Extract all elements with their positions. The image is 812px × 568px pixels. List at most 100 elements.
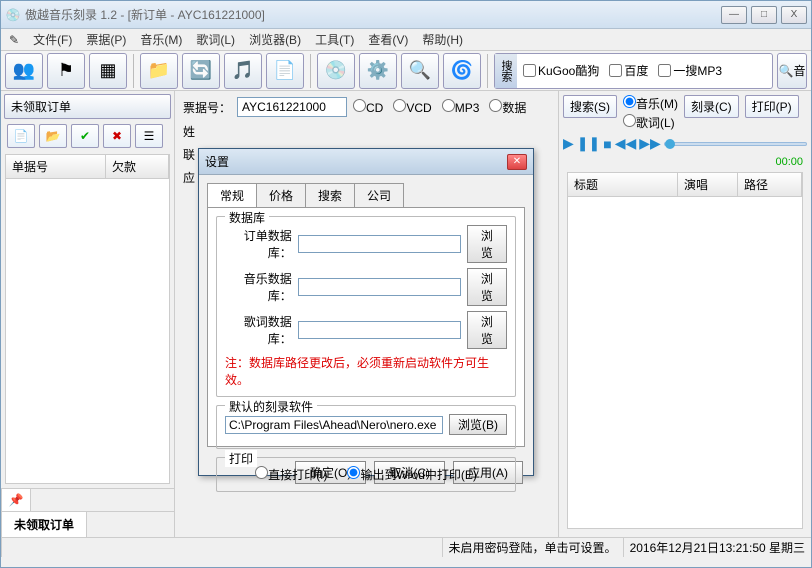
input-burn-path[interactable] bbox=[225, 416, 443, 434]
db-warning: 注：数据库路径更改后，必须重新启动软件方可生效。 bbox=[225, 354, 507, 388]
check-baidu[interactable]: 百度 bbox=[609, 62, 648, 79]
group-database: 数据库 订单数据库： 浏览 音乐数据库： 浏览 歌词数据库： 浏览 注：数据库路… bbox=[216, 216, 516, 397]
input-music-db[interactable] bbox=[298, 278, 461, 296]
radio-music[interactable]: 音乐(M) bbox=[623, 95, 678, 112]
group-db-title: 数据库 bbox=[225, 209, 269, 226]
left-header: 未领取订单 bbox=[4, 94, 171, 119]
ticket-label: 票据号： bbox=[183, 99, 231, 116]
radio-print-word[interactable]: 输出到Wrod中打印(E) bbox=[347, 466, 476, 483]
radio-vcd[interactable]: VCD bbox=[393, 99, 431, 115]
label-lyrics-db: 歌词数据库： bbox=[225, 313, 292, 347]
minimize-button[interactable]: — bbox=[721, 6, 747, 24]
tool-folder-icon[interactable]: 📁 bbox=[140, 53, 178, 89]
tool-globe-search-icon[interactable]: 🔍 bbox=[401, 53, 439, 89]
search-go-button[interactable]: 🔍音 bbox=[777, 53, 807, 89]
close-button[interactable]: X bbox=[781, 6, 807, 24]
tool-note-icon[interactable]: 🎵 bbox=[224, 53, 262, 89]
ticket-input[interactable] bbox=[237, 97, 347, 117]
tool-spin-icon[interactable]: 🌀 bbox=[443, 53, 481, 89]
dialog-close-icon[interactable]: ✕ bbox=[507, 154, 527, 170]
radio-mp3[interactable]: MP3 bbox=[442, 99, 480, 115]
tab-price[interactable]: 价格 bbox=[256, 183, 306, 207]
menubar: ✎ 文件(F) 票据(P) 音乐(M) 歌词(L) 浏览器(B) 工具(T) 查… bbox=[1, 29, 811, 51]
menu-browser[interactable]: 浏览器(B) bbox=[249, 31, 301, 48]
mid-row4-label: 应 bbox=[183, 169, 195, 186]
dialog-title: 设置 bbox=[205, 153, 507, 170]
menu-lyrics[interactable]: 歌词(L) bbox=[196, 31, 235, 48]
browse-order-db[interactable]: 浏览 bbox=[467, 225, 507, 263]
left-open-icon[interactable]: 📂 bbox=[39, 124, 67, 148]
tool-calendar-icon[interactable]: ▦ bbox=[89, 53, 127, 89]
menu-file[interactable]: 文件(F) bbox=[33, 31, 72, 48]
left-tab-pin-icon[interactable]: 📌 bbox=[1, 488, 31, 511]
right-panel: 搜索(S) 音乐(M) 歌词(L) 刻录(C) 打印(P) ▶ ❚❚ ■ ◀◀ … bbox=[559, 91, 811, 537]
tab-search[interactable]: 搜索 bbox=[305, 183, 355, 207]
left-props-icon[interactable]: ☰ bbox=[135, 124, 163, 148]
status-message[interactable]: 未启用密码登陆，单击可设置。 bbox=[442, 538, 623, 557]
col-singer[interactable]: 演唱 bbox=[678, 173, 738, 196]
search-button[interactable]: 搜索(S) bbox=[563, 95, 617, 118]
label-order-db: 订单数据库： bbox=[225, 227, 292, 261]
menu-tools[interactable]: 工具(T) bbox=[315, 31, 354, 48]
menu-receipt[interactable]: 票据(P) bbox=[86, 31, 126, 48]
left-panel: 未领取订单 📄 📂 ✔ ✖ ☰ 单据号 欠款 📌 未领取订单 bbox=[1, 91, 175, 537]
radio-cd[interactable]: CD bbox=[353, 99, 383, 115]
pause-icon[interactable]: ❚❚ bbox=[577, 135, 600, 152]
check-yisou[interactable]: 一搜MP3 bbox=[658, 62, 722, 79]
left-tab-pending[interactable]: 未领取订单 bbox=[1, 511, 87, 537]
settings-dialog: 设置 ✕ 常规 价格 搜索 公司 数据库 订单数据库： 浏览 音乐数据库： 浏览 bbox=[198, 148, 534, 476]
tool-disc-icon[interactable]: 💿 bbox=[317, 53, 355, 89]
prev-icon[interactable]: ◀◀ bbox=[615, 135, 637, 152]
browse-lyrics-db[interactable]: 浏览 bbox=[467, 311, 507, 349]
menu-help[interactable]: 帮助(H) bbox=[422, 31, 463, 48]
left-delete-icon[interactable]: ✖ bbox=[103, 124, 131, 148]
search-label: 搜索 bbox=[495, 54, 517, 88]
browse-burn-path[interactable]: 浏览(B) bbox=[449, 414, 507, 435]
window-title: 傲越音乐刻录 1.2 - [新订单 - AYC161221000] bbox=[25, 6, 721, 23]
tool-flag-icon[interactable]: ⚑ bbox=[47, 53, 85, 89]
group-print-title: 打印 bbox=[225, 450, 257, 467]
tab-company[interactable]: 公司 bbox=[354, 183, 404, 207]
tab-general[interactable]: 常规 bbox=[207, 183, 257, 207]
toolbar: 👥 ⚑ ▦ 📁 🔄 🎵 📄 💿 ⚙️ 🔍 🌀 搜索 KuGoo酷狗 百度 一搜M… bbox=[1, 51, 811, 91]
col-ticket-no[interactable]: 单据号 bbox=[6, 155, 106, 178]
menu-view[interactable]: 查看(V) bbox=[368, 31, 408, 48]
check-kugoo[interactable]: KuGoo酷狗 bbox=[523, 62, 599, 79]
statusbar: 未启用密码登陆，单击可设置。 2016年12月21日13:21:50 星期三 bbox=[1, 537, 811, 557]
left-table: 单据号 欠款 bbox=[5, 154, 170, 484]
col-path[interactable]: 路径 bbox=[738, 173, 802, 196]
titlebar: 💿 傲越音乐刻录 1.2 - [新订单 - AYC161221000] — □ … bbox=[1, 1, 811, 29]
input-order-db[interactable] bbox=[298, 235, 461, 253]
maximize-button[interactable]: □ bbox=[751, 6, 777, 24]
mid-row2-label: 姓 bbox=[183, 123, 195, 140]
next-icon[interactable]: ▶▶ bbox=[639, 135, 661, 152]
col-title[interactable]: 标题 bbox=[568, 173, 678, 196]
tool-refresh-icon[interactable]: 🔄 bbox=[182, 53, 220, 89]
radio-data[interactable]: 数据 bbox=[489, 99, 526, 116]
seek-slider[interactable] bbox=[664, 142, 807, 146]
radio-lyrics[interactable]: 歌词(L) bbox=[623, 114, 678, 131]
group-burn: 默认的刻录软件 浏览(B) bbox=[216, 405, 516, 449]
tool-users-icon[interactable]: 👥 bbox=[5, 53, 43, 89]
group-burn-title: 默认的刻录软件 bbox=[225, 398, 317, 415]
print-button[interactable]: 打印(P) bbox=[745, 95, 799, 118]
time-label: 00:00 bbox=[563, 156, 807, 168]
media-player: ▶ ❚❚ ■ ◀◀ ▶▶ bbox=[563, 135, 807, 152]
browse-music-db[interactable]: 浏览 bbox=[467, 268, 507, 306]
status-datetime: 2016年12月21日13:21:50 星期三 bbox=[623, 538, 811, 557]
play-icon[interactable]: ▶ bbox=[563, 135, 574, 152]
label-music-db: 音乐数据库： bbox=[225, 270, 292, 304]
search-panel: 搜索 KuGoo酷狗 百度 一搜MP3 bbox=[494, 53, 773, 89]
burn-button[interactable]: 刻录(C) bbox=[684, 95, 739, 118]
radio-print-direct[interactable]: 直接打印(I) bbox=[255, 466, 327, 483]
left-check-icon[interactable]: ✔ bbox=[71, 124, 99, 148]
col-debt[interactable]: 欠款 bbox=[106, 155, 169, 178]
tool-gear-icon[interactable]: ⚙️ bbox=[359, 53, 397, 89]
menu-music[interactable]: 音乐(M) bbox=[140, 31, 182, 48]
input-lyrics-db[interactable] bbox=[298, 321, 461, 339]
app-small-icon: ✎ bbox=[9, 33, 19, 47]
stop-icon[interactable]: ■ bbox=[603, 136, 611, 152]
left-new-icon[interactable]: 📄 bbox=[7, 124, 35, 148]
tool-doc-icon[interactable]: 📄 bbox=[266, 53, 304, 89]
app-icon: 💿 bbox=[5, 7, 21, 23]
